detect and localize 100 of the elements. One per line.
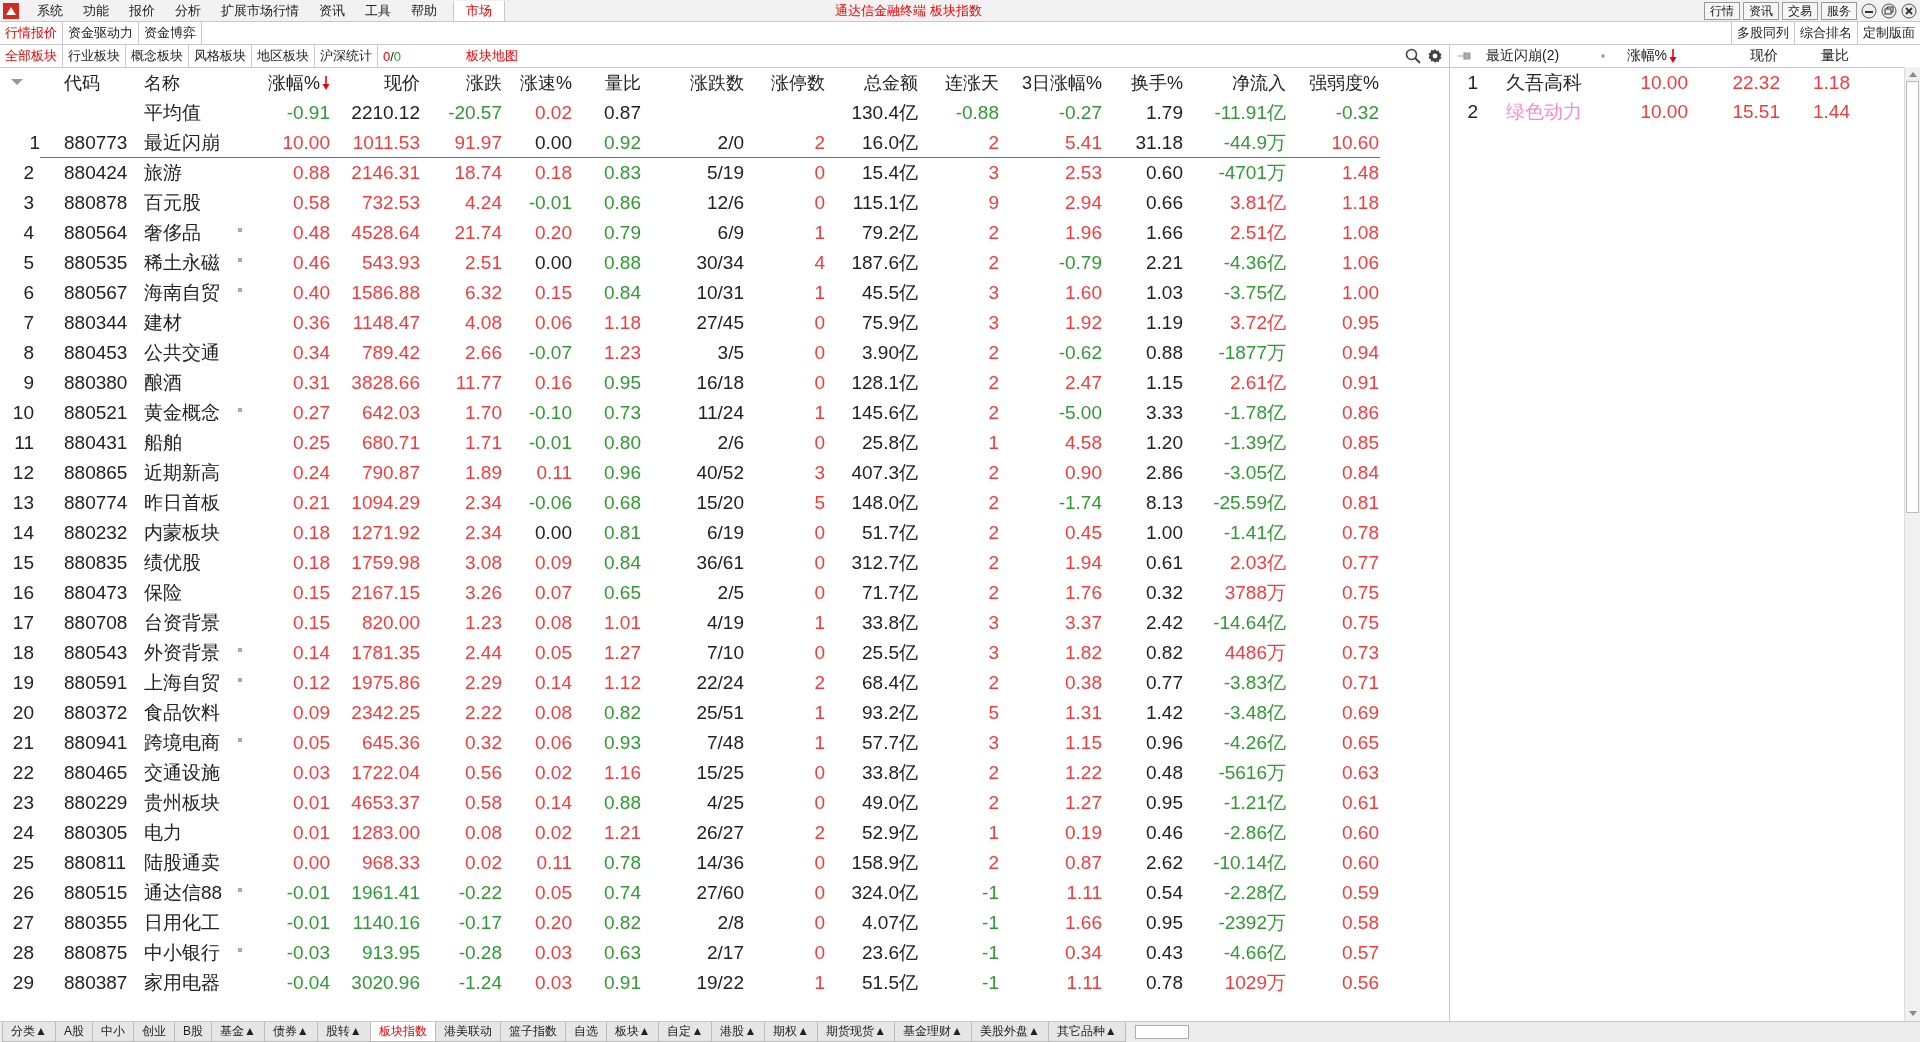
market-tab[interactable]: 美股外盘▲: [970, 1022, 1049, 1042]
column-header[interactable]: 强弱度%: [1309, 71, 1379, 95]
scroll-down-icon[interactable]: [1908, 1011, 1917, 1017]
column-header[interactable]: 量比: [605, 71, 641, 95]
market-tab[interactable]: 板块指数: [369, 1022, 436, 1042]
table-cell: 15.51: [1732, 100, 1780, 123]
market-tab[interactable]: 基金理财▲: [894, 1022, 972, 1042]
column-header[interactable]: 涨跌: [466, 71, 502, 95]
market-tab[interactable]: 市场: [453, 0, 505, 21]
market-tab[interactable]: 期货现货▲: [817, 1022, 896, 1042]
market-tab[interactable]: A股: [54, 1022, 93, 1042]
column-header[interactable]: 量比: [1821, 47, 1849, 65]
table-cell: 0: [814, 581, 825, 604]
sort-down-icon: [322, 75, 330, 91]
toolbar-button[interactable]: 服务: [1821, 1, 1857, 20]
column-header[interactable]: 涨停数: [771, 71, 825, 95]
table-cell: 2.47: [1065, 371, 1102, 394]
menu-item[interactable]: 扩展市场行情: [211, 1, 309, 20]
menu-item[interactable]: 系统: [27, 1, 73, 20]
scroll-up-icon[interactable]: [1908, 71, 1917, 77]
toolbar-button[interactable]: 交易: [1782, 1, 1818, 20]
column-header[interactable]: 总金额: [864, 71, 918, 95]
table-cell: 880875: [64, 941, 128, 964]
column-header[interactable]: 涨幅%: [268, 71, 320, 95]
table-cell: 4528.64: [351, 221, 420, 244]
market-tab[interactable]: 港美联动: [434, 1022, 501, 1042]
column-header[interactable]: 涨速%: [520, 71, 572, 95]
table-cell: 1.11: [1066, 971, 1102, 994]
column-header[interactable]: 连涨天: [945, 71, 999, 95]
table-cell: 3: [988, 641, 999, 664]
scrollbar[interactable]: [1904, 67, 1920, 1021]
block-map-link[interactable]: 板块地图: [466, 47, 519, 65]
market-tab[interactable]: 篮子指数: [499, 1022, 566, 1042]
close-icon[interactable]: [1901, 2, 1917, 19]
table-cell: 1.70: [465, 401, 502, 424]
menu-item[interactable]: 帮助: [401, 1, 447, 20]
table-cell: 4.58: [1065, 431, 1102, 454]
table-cell: 14/36: [696, 851, 744, 874]
market-tab[interactable]: 板块▲: [605, 1022, 660, 1042]
market-tab[interactable]: 基金▲: [210, 1022, 265, 1042]
search-icon[interactable]: [1405, 48, 1421, 64]
market-tab[interactable]: 其它品种▲: [1047, 1022, 1126, 1042]
table-cell: 0.09: [293, 701, 330, 724]
minimize-icon[interactable]: [1861, 2, 1877, 19]
column-header[interactable]: 代码: [64, 71, 100, 95]
table-cell: 0.09: [535, 551, 572, 574]
market-tab[interactable]: 创业: [132, 1022, 175, 1042]
column-header[interactable]: 名称: [144, 71, 180, 95]
table-cell-text: -1.78亿: [1223, 400, 1286, 425]
toolbar-button[interactable]: 资讯: [1743, 1, 1779, 20]
market-tab[interactable]: 期权▲: [764, 1022, 819, 1042]
table-cell: 21.74: [454, 221, 502, 244]
table-cell-text: 海南自贸: [144, 280, 220, 305]
table-cell: 880708: [64, 611, 128, 634]
market-tab[interactable]: B股: [173, 1022, 212, 1042]
table-cell: 0.94: [1342, 341, 1379, 364]
table-cell: 0.00: [535, 131, 572, 154]
market-tab[interactable]: 港股▲: [711, 1022, 766, 1042]
column-header[interactable]: 涨幅%: [1626, 47, 1667, 65]
menu-item[interactable]: 功能: [73, 1, 119, 20]
column-header[interactable]: 净流入: [1232, 71, 1286, 95]
menu-item[interactable]: 分析: [165, 1, 211, 20]
table-cell: 31.18: [1135, 131, 1183, 154]
table-cell: 1.42: [1146, 701, 1183, 724]
pin-icon[interactable]: [1458, 51, 1472, 61]
toolbar-button[interactable]: 行情: [1704, 1, 1740, 20]
row-number: 26: [12, 881, 34, 904]
market-tab[interactable]: 自定▲: [658, 1022, 713, 1042]
menu-item[interactable]: 报价: [119, 1, 165, 20]
market-tab[interactable]: 中小: [91, 1022, 134, 1042]
table-cell: 1: [988, 431, 999, 454]
market-tab[interactable]: 分类▲: [2, 1022, 56, 1042]
dropdown-icon[interactable]: [11, 79, 23, 87]
table-cell: 0.68: [604, 491, 641, 514]
table-cell: 880543: [64, 641, 128, 664]
column-header[interactable]: 现价: [1750, 47, 1778, 65]
table-cell: 1.89: [465, 461, 502, 484]
column-header[interactable]: 涨跌数: [690, 71, 744, 95]
table-cell: 0.77: [1342, 551, 1379, 574]
menu-item[interactable]: 工具: [355, 1, 401, 20]
table-cell: 1.23: [465, 611, 502, 634]
restore-icon[interactable]: [1881, 2, 1897, 19]
settings-icon[interactable]: [1427, 48, 1443, 64]
window-title: 通达信金融终端 板块指数: [835, 1, 982, 20]
table-cell: 0.14: [293, 641, 330, 664]
menu-item[interactable]: 资讯: [309, 1, 355, 20]
column-header[interactable]: 3日涨幅%: [1022, 71, 1102, 95]
table-cell: 0.20: [535, 221, 572, 244]
table-cell: 1.60: [1065, 281, 1102, 304]
table-cell: 0.60: [1146, 161, 1183, 184]
market-tab[interactable]: 自选: [564, 1022, 607, 1042]
horizontal-scrollbar[interactable]: [1134, 1025, 1189, 1039]
table-cell: 2: [814, 131, 825, 154]
layout-button[interactable]: 多股同列: [1731, 22, 1795, 44]
column-header[interactable]: 现价: [384, 71, 420, 95]
column-header[interactable]: 换手%: [1131, 71, 1183, 95]
table-cell-text: 外资背景: [144, 640, 220, 665]
market-tab[interactable]: 债券▲: [263, 1022, 318, 1042]
table-cell: 0.81: [1342, 491, 1379, 514]
market-tab[interactable]: 股转▲: [316, 1022, 371, 1042]
